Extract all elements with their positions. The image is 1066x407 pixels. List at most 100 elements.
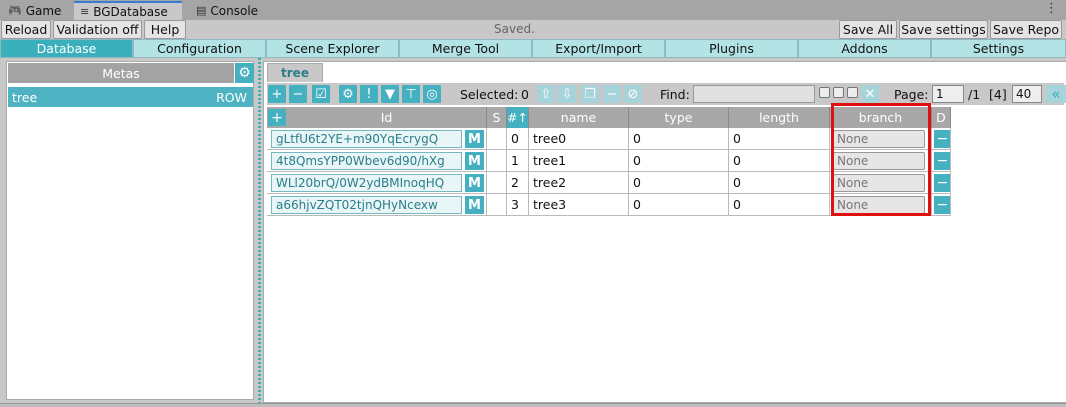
s-cell: [487, 194, 507, 216]
block-icon[interactable]: ⊘: [624, 85, 642, 103]
metas-header: Metas: [8, 63, 234, 83]
m-button[interactable]: M: [465, 174, 484, 192]
type-cell[interactable]: 0: [629, 128, 729, 150]
delete-cell: −: [932, 172, 951, 194]
minus-icon[interactable]: −: [603, 85, 621, 103]
meta-item-name: tree: [12, 89, 38, 105]
column-delete[interactable]: D: [932, 107, 951, 128]
delete-row-icon[interactable]: −: [934, 174, 950, 192]
save-repo-button[interactable]: Save Repo: [990, 20, 1062, 39]
delete-row-icon[interactable]: −: [934, 130, 950, 148]
delete-row-icon[interactable]: −: [934, 152, 950, 170]
tab-addons[interactable]: Addons: [798, 39, 931, 58]
more-options-icon[interactable]: ⋮: [1045, 1, 1058, 16]
warning-icon[interactable]: !: [360, 85, 378, 103]
record-count: [4]: [989, 87, 1007, 102]
gear-icon[interactable]: ⚙: [235, 63, 254, 83]
checkbox-select-icon[interactable]: ☑: [312, 85, 330, 103]
tab-game[interactable]: 🎮 Game: [2, 1, 67, 20]
length-cell[interactable]: 0: [729, 194, 830, 216]
find-label: Find:: [660, 87, 690, 102]
number-cell: 0: [507, 128, 529, 150]
save-status: Saved.: [494, 22, 535, 36]
copy-icon[interactable]: ❐: [581, 85, 599, 103]
column-type[interactable]: type: [629, 107, 729, 128]
tab-scene-explorer[interactable]: Scene Explorer: [266, 39, 399, 58]
save-all-button[interactable]: Save All: [839, 20, 897, 39]
help-button[interactable]: Help: [144, 20, 186, 39]
console-icon: ▤: [196, 4, 207, 17]
clear-find-icon[interactable]: ✕: [861, 85, 879, 103]
panel-splitter[interactable]: [258, 58, 261, 403]
reload-button[interactable]: Reload: [1, 20, 51, 39]
page-input[interactable]: 1: [932, 85, 964, 103]
add-row-icon[interactable]: +: [268, 109, 286, 126]
find-option-1[interactable]: [819, 87, 830, 98]
tab-database[interactable]: Database: [0, 39, 133, 58]
column-length[interactable]: length: [729, 107, 830, 128]
meta-item-tree[interactable]: tree ROW: [8, 87, 253, 107]
page-size-input[interactable]: 40: [1012, 85, 1042, 103]
editor-tab-strip: 🎮 Game ≡ BGDatabase ▤ Console ⋮: [0, 0, 1066, 20]
id-cell: 4t8QmsYPP0Wbev6d90/hXg M: [267, 150, 487, 172]
id-field[interactable]: a66hjvZQT02tjnQHyNcexw: [271, 196, 462, 214]
delete-cell: −: [932, 150, 951, 172]
s-cell: [487, 172, 507, 194]
tab-bgdatabase[interactable]: ≡ BGDatabase: [74, 1, 182, 20]
tab-console-label: Console: [210, 3, 259, 18]
move-down-icon[interactable]: ⇩: [558, 85, 576, 103]
column-filter-icon[interactable]: ⊤: [402, 85, 420, 103]
tab-tree[interactable]: tree: [267, 63, 323, 82]
id-field[interactable]: WLl20brQ/0W2ydBMInoqHQ: [271, 174, 462, 192]
gear-icon[interactable]: ⚙: [339, 85, 357, 103]
column-name[interactable]: name: [529, 107, 629, 128]
tab-console[interactable]: ▤ Console: [190, 1, 264, 20]
tab-settings[interactable]: Settings: [931, 39, 1066, 58]
save-settings-button[interactable]: Save settings: [899, 20, 988, 39]
delete-row-icon[interactable]: −: [934, 196, 950, 214]
tab-plugins[interactable]: Plugins: [665, 39, 798, 58]
top-toolbar: Reload Validation off Help Saved. Save A…: [0, 20, 1066, 39]
type-cell[interactable]: 0: [629, 150, 729, 172]
filter-icon[interactable]: ▼: [381, 85, 399, 103]
tab-configuration[interactable]: Configuration: [133, 39, 266, 58]
selected-label: Selected:: [460, 87, 519, 102]
length-cell[interactable]: 0: [729, 128, 830, 150]
column-number[interactable]: #↑: [507, 107, 529, 128]
column-s[interactable]: S: [487, 107, 507, 128]
remove-icon[interactable]: −: [289, 85, 307, 103]
number-cell: 3: [507, 194, 529, 216]
column-id[interactable]: Id: [287, 107, 487, 128]
length-cell[interactable]: 0: [729, 172, 830, 194]
meta-item-kind: ROW: [216, 89, 247, 105]
delete-cell: −: [932, 128, 951, 150]
m-button[interactable]: M: [465, 130, 484, 148]
move-up-icon[interactable]: ⇧: [537, 85, 555, 103]
tab-merge-tool[interactable]: Merge Tool: [399, 39, 532, 58]
find-option-3[interactable]: [847, 87, 858, 98]
validation-button[interactable]: Validation off: [53, 20, 142, 39]
s-cell: [487, 128, 507, 150]
tab-export-import[interactable]: Export/Import: [532, 39, 665, 58]
id-field[interactable]: gLtfU6t2YE+m90YqEcrygQ: [271, 130, 462, 148]
m-button[interactable]: M: [465, 196, 484, 214]
type-cell[interactable]: 0: [629, 194, 729, 216]
number-cell: 2: [507, 172, 529, 194]
find-input[interactable]: [693, 85, 815, 103]
gamepad-icon: 🎮: [8, 4, 22, 17]
table-panel: tree + − ☑ ⚙ ! ▼ ⊤ ◎ Selected: 0 ⇧ ⇩ ❐ −…: [263, 61, 1066, 403]
id-field[interactable]: 4t8QmsYPP0Wbev6d90/hXg: [271, 152, 462, 170]
branch-column-highlight: [831, 103, 931, 216]
length-cell[interactable]: 0: [729, 150, 830, 172]
s-cell: [487, 150, 507, 172]
m-button[interactable]: M: [465, 152, 484, 170]
find-option-2[interactable]: [833, 87, 844, 98]
collapse-icon[interactable]: «: [1046, 85, 1066, 103]
add-icon[interactable]: +: [268, 85, 286, 103]
name-cell[interactable]: tree2: [529, 172, 629, 194]
name-cell[interactable]: tree0: [529, 128, 629, 150]
name-cell[interactable]: tree3: [529, 194, 629, 216]
type-cell[interactable]: 0: [629, 172, 729, 194]
target-icon[interactable]: ◎: [423, 85, 441, 103]
name-cell[interactable]: tree1: [529, 150, 629, 172]
